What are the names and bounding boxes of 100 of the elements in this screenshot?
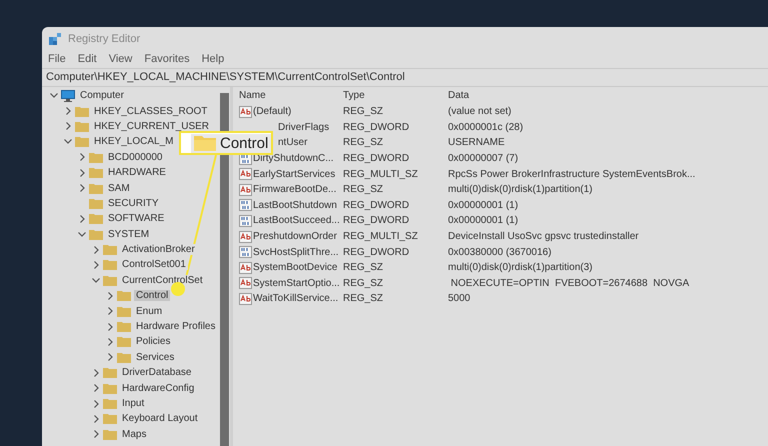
chevron-icon[interactable] [66,122,70,130]
address-bar[interactable]: Computer\HKEY_LOCAL_MACHINE\SYSTEM\CurrentControlSet\Control [42,68,768,87]
tree-item[interactable]: HKEY_LOCAL_M [92,136,176,148]
tree-item[interactable]: HKEY_CLASSES_ROOT [92,106,210,117]
menu-item[interactable]: Help [202,53,224,65]
value-type: REG_SZ [343,184,384,196]
chevron-icon[interactable] [80,184,84,192]
tree-item[interactable]: HardwareConfig [120,382,196,394]
tree-item[interactable]: Policies [134,336,172,348]
tree-item[interactable]: DriverDatabase [120,367,194,378]
chevron-icon[interactable] [94,368,98,377]
tree-item[interactable]: Input [120,398,146,409]
folder-icon [89,167,103,178]
registry-cubes-icon [48,32,62,46]
value-name: DriverFlags [278,122,330,133]
binary-value-icon [239,199,252,212]
chevron-icon[interactable] [64,139,72,144]
chevron-icon[interactable] [94,246,98,254]
value-name: SystemBootDevice [253,262,338,274]
value-type: REG_SZ [343,293,384,304]
chevron-icon[interactable] [108,353,112,362]
value-name: LastBootShutdown [253,200,337,211]
menu-item[interactable]: Favorites [144,53,190,65]
value-name: EarlyStartServices [253,168,336,180]
tree-item[interactable]: ControlSet001 [120,259,188,270]
folder-icon [117,352,131,363]
chevron-icon[interactable] [108,307,112,316]
tree-item[interactable]: ActivationBroker [120,244,197,256]
chevron-icon[interactable] [78,232,86,237]
column-header[interactable]: Data [448,90,768,101]
tree-item[interactable]: Maps [120,428,148,440]
binary-value-icon [239,214,252,227]
tree-item[interactable]: Computer [78,90,126,102]
value-data: multi(0)disk(0)rdisk(1)partition(3) [448,262,594,274]
chevron-icon[interactable] [92,278,100,283]
window-title: Registry Editor [68,32,140,44]
tree-item[interactable]: BCD000000 [106,152,164,163]
tree-item[interactable]: SAM [106,182,132,194]
chevron-icon[interactable] [94,430,98,438]
chevron-icon[interactable] [94,384,98,392]
value-name: PreshutdownOrder [253,231,337,242]
chevron-icon[interactable] [108,338,112,346]
highlight-dot-icon [171,282,185,296]
string-value-icon [239,168,252,180]
folder-icon [194,135,216,151]
chevron-icon[interactable] [66,107,70,116]
column-header[interactable]: Name [239,90,343,101]
folder-icon [103,274,117,286]
folder-icon [103,259,117,270]
chevron-icon[interactable] [80,214,84,223]
value-name: ntUser [278,137,308,148]
tree-item[interactable]: SOFTWARE [106,213,166,224]
value-data: 0x00000001 (1) [448,215,520,226]
string-value-icon [239,262,252,274]
string-value-icon [239,230,252,243]
chevron-icon[interactable] [94,414,98,423]
value-name: DirtyShutdownC... [253,153,334,164]
value-data: NOEXECUTE=OPTIN FVEBOOT=2674688 NOVGA [450,278,690,289]
folder-icon [75,106,89,117]
tree-item[interactable]: SECURITY [106,198,161,209]
tree-item[interactable]: Keyboard Layout [120,413,200,424]
value-name: LastBootSucceed... [253,215,340,226]
menu-item[interactable]: File [48,53,66,65]
chevron-icon[interactable] [108,292,112,300]
folder-icon [103,382,117,394]
folder-icon [117,321,131,332]
chevron-icon[interactable] [94,400,98,408]
chevron-icon[interactable] [80,153,84,162]
value-type: REG_DWORD [343,200,410,211]
column-header[interactable]: Type [343,90,448,101]
value-type: REG_DWORD [343,246,410,258]
value-type: REG_MULTI_SZ [343,168,419,180]
value-name: WaitToKillService... [253,293,338,304]
chevron-icon[interactable] [94,260,98,269]
value-type: REG_DWORD [343,153,410,164]
menu-item[interactable]: View [108,53,132,65]
tree-item[interactable]: Services [134,352,176,363]
value-data: 0x00000007 (7) [448,153,520,164]
computer-icon [61,90,75,102]
tree-item[interactable]: Enum [134,306,164,317]
value-name: FirmwareBootDe... [253,184,336,196]
string-value-icon [239,277,252,290]
menu-item[interactable]: Edit [78,53,97,65]
folder-icon [89,213,103,224]
folder-icon [75,136,89,148]
folder-icon [89,198,103,209]
string-value-icon [239,292,252,305]
value-type: REG_SZ [343,262,384,274]
chevron-icon[interactable] [108,322,112,331]
value-type: REG_SZ [343,137,384,148]
folder-icon [117,336,131,348]
chevron-icon[interactable] [50,93,58,98]
string-value-icon [239,184,252,196]
folder-icon [103,428,117,440]
tree-item[interactable]: SYSTEM [106,228,152,240]
tree-item[interactable]: HKEY_CURRENT_USER [92,120,212,132]
tree-item[interactable]: CurrentControlSet [120,274,205,286]
chevron-icon[interactable] [80,168,84,177]
tree-item[interactable]: Hardware Profiles [134,321,218,332]
tree-item[interactable]: Control [134,290,170,302]
